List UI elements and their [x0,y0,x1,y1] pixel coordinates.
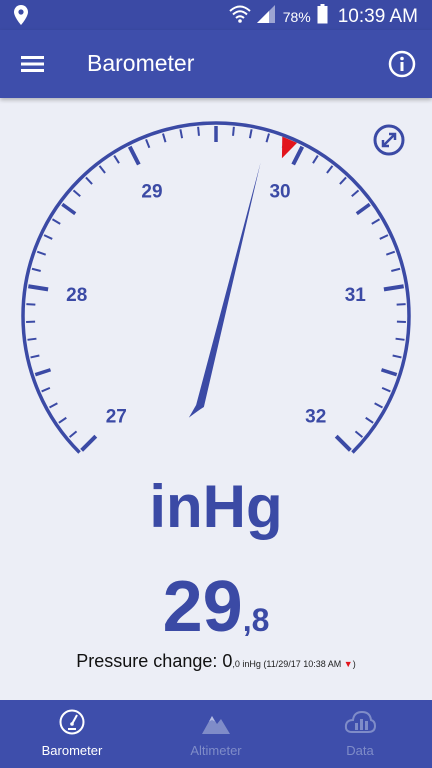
barometer-gauge: 27 28 29 30 31 32 [21,121,411,454]
gauge-tick [68,430,78,438]
gauge-tick [385,250,396,256]
gauge-label: 32 [305,407,326,428]
gauge-tick [197,126,200,136]
status-bar: 78% 10:39 AM [0,0,432,30]
bottom-nav: Barometer Altimeter Data [0,700,432,768]
app-bar: Barometer [0,30,432,98]
gauge-tick [36,250,47,256]
menu-icon[interactable] [20,51,46,77]
location-icon [14,5,28,30]
clock: 10:39 AM [337,5,418,27]
gauge-tick [113,155,120,164]
gauge-tick [179,129,184,139]
battery-percent: 78% [282,8,311,25]
reading-decimal: ,8 [242,602,270,638]
gauge-label: 28 [66,285,87,306]
gauge-label: 27 [106,407,127,428]
gauge-tick [334,434,352,452]
cloud-chart-icon [344,710,376,733]
gauge-tick [326,165,334,174]
gauge-tick [391,267,401,272]
gauge-tick [80,434,98,452]
gauge-tick [127,145,141,166]
gauge-tick [351,189,360,198]
reading-integer: 29 [162,567,243,647]
gauge-tick [354,430,364,438]
nav-barometer[interactable]: Barometer [0,700,144,768]
gauge-needle [188,162,261,418]
gauge-tick [31,267,41,272]
gauge-icon [59,709,85,735]
pressure-change-closing: ) [352,659,356,669]
wifi-icon [229,5,251,28]
gauge-tick [26,303,36,306]
gauge-tick [381,386,391,393]
nav-altimeter[interactable]: Altimeter [144,700,288,768]
signal-icon [256,5,277,28]
unit-label: inHg [149,473,283,540]
gauge-tick [145,138,151,149]
gauge-tick [355,202,371,216]
info-icon[interactable] [388,50,416,78]
pressure-change-value: 0 [222,651,233,671]
gauge-tick [43,234,53,240]
pressure-change-label: Pressure change: [76,651,223,671]
gauge-label: 29 [141,181,162,202]
gauge-tick [339,176,347,185]
nav-data-label: Data [346,743,374,758]
gauge-tick [49,402,58,409]
gauge-tick [392,354,402,359]
gauge-tick [58,416,67,424]
expand-icon[interactable] [373,124,405,156]
gauge-tick [380,368,398,377]
pressure-change: Pressure change: 0,0 inHg (11/29/17 10:3… [0,651,432,672]
gauge-tick [162,133,167,143]
gauge-tick [265,133,270,143]
gauge-tick [395,337,405,341]
gauge-tick [27,337,37,341]
trend-down-icon: ▼ [343,659,353,669]
gauge-tick [383,284,404,292]
gauge-tick [374,402,383,409]
page-title: Barometer [87,50,195,76]
gauge-tick [396,303,406,306]
pressure-reading: 29,8 [0,566,432,648]
gauge-tick [98,165,106,174]
battery-icon [317,4,328,29]
gauge-label: 30 [269,181,290,202]
gauge-tick [248,129,253,139]
gauge-tick [72,189,81,198]
nav-barometer-label: Barometer [41,743,103,758]
gauge-tick [232,126,235,136]
gauge-label: 31 [345,285,367,306]
gauge-tick [312,155,319,164]
nav-altimeter-label: Altimeter [190,743,242,758]
gauge-tick [61,202,77,216]
gauge-tick [85,176,93,185]
pressure-change-detail: ,0 inHg (11/29/17 10:38 AM [232,659,344,669]
nav-data[interactable]: Data [288,700,432,768]
gauge-tick [34,368,52,377]
gauge-tick [30,354,40,359]
gauge-tick [28,284,49,292]
gauge-tick [51,218,61,225]
gauge-tick [371,218,381,225]
gauge-tick [379,234,389,240]
gauge-tick [365,416,374,424]
gauge-tick [291,145,305,166]
mountain-icon [202,716,230,734]
gauge-tick [41,386,51,393]
